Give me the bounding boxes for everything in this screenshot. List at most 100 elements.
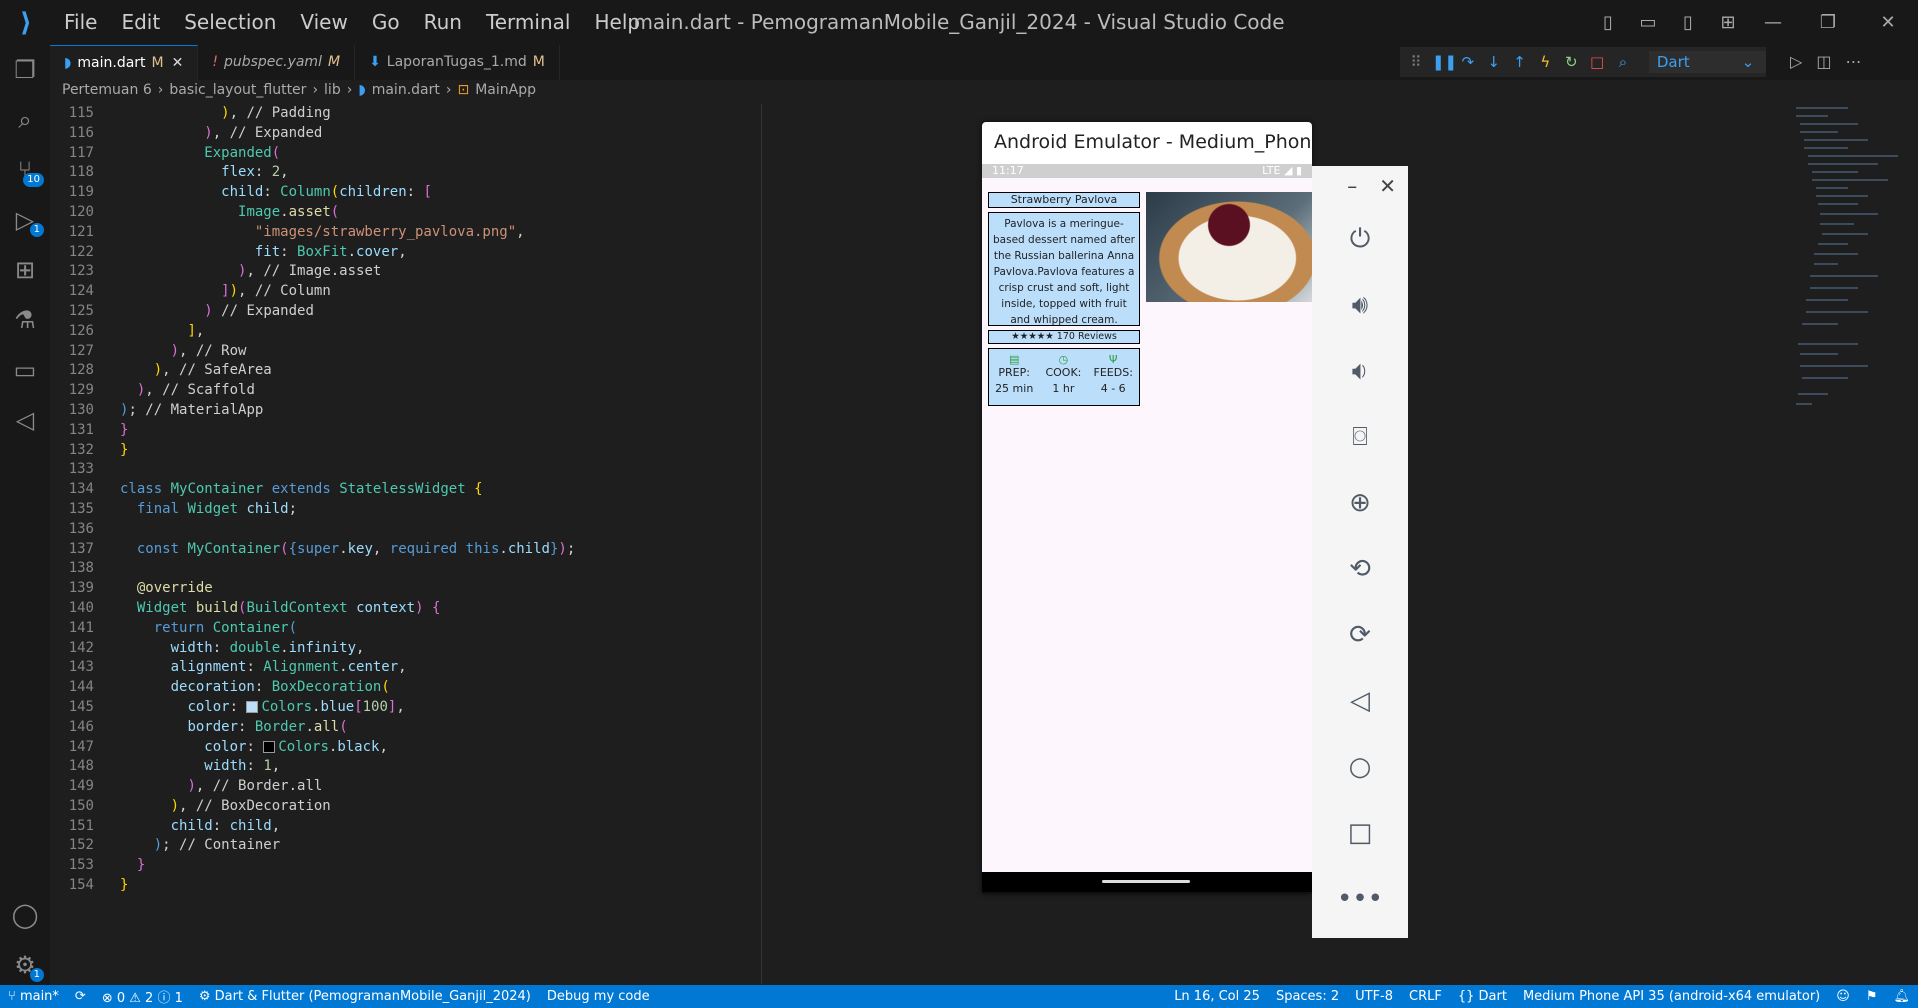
code-line[interactable]: 115 ), // Padding	[50, 104, 760, 124]
code-line[interactable]: 140 Widget build(BuildContext context) {	[50, 599, 760, 619]
breadcrumb-item[interactable]: basic_layout_flutter	[169, 82, 306, 104]
code-line[interactable]: 146 border: Border.all(	[50, 718, 760, 738]
menu-edit[interactable]: Edit	[109, 0, 172, 45]
sync-icon[interactable]: ⟳	[67, 989, 94, 1004]
menu-view[interactable]: View	[288, 0, 359, 45]
close-button[interactable]: ✕	[1858, 12, 1918, 33]
line-ending[interactable]: CRLF	[1401, 989, 1450, 1004]
rotate-right-icon[interactable]: ⟳	[1312, 602, 1408, 668]
code-line[interactable]: 123 ), // Image.asset	[50, 262, 760, 282]
back-icon[interactable]: ◁	[1312, 668, 1408, 734]
code-line[interactable]: 135 final Widget child;	[50, 500, 760, 520]
explorer-icon[interactable]: ❐	[0, 45, 50, 95]
search-icon[interactable]: ⌕	[0, 95, 50, 145]
code-line[interactable]: 147 color: Colors.black,	[50, 738, 760, 758]
code-line[interactable]: 119 child: Column(children: [	[50, 183, 760, 203]
encoding[interactable]: UTF-8	[1347, 989, 1401, 1004]
tab-main-dart[interactable]: ◗ main.dart M ✕	[50, 45, 199, 81]
settings-gear-icon[interactable]: ⚙ 1	[0, 940, 50, 990]
code-line[interactable]: 141 return Container(	[50, 619, 760, 639]
flutter-icon[interactable]: ◁	[0, 395, 50, 445]
code-line[interactable]: 150 ), // BoxDecoration	[50, 797, 760, 817]
code-line[interactable]: 149 ), // Border.all	[50, 777, 760, 797]
code-line[interactable]: 124 ]), // Column	[50, 282, 760, 302]
restart-icon[interactable]: ↻	[1561, 53, 1581, 71]
branch-indicator[interactable]: ⑂ main*	[0, 989, 67, 1004]
code-line[interactable]: 131}	[50, 421, 760, 441]
code-line[interactable]: 122 fit: BoxFit.cover,	[50, 243, 760, 263]
code-line[interactable]: 145 color: Colors.blue[100],	[50, 698, 760, 718]
tab-laporan-md[interactable]: ⬇ LaporanTugas_1.md M	[355, 45, 560, 80]
code-line[interactable]: 142 width: double.infinity,	[50, 639, 760, 659]
close-tab-icon[interactable]: ✕	[172, 55, 184, 71]
close-icon[interactable]: ✕	[1379, 174, 1396, 198]
minimap[interactable]	[1788, 104, 1908, 424]
breadcrumb-item[interactable]: Pertemuan 6	[62, 82, 152, 104]
device-selector[interactable]: Medium Phone API 35 (android-x64 emulato…	[1515, 989, 1828, 1004]
menu-run[interactable]: Run	[412, 0, 474, 45]
breadcrumb-item[interactable]: main.dart	[372, 82, 440, 104]
volume-down-icon[interactable]: 🔉︎	[1312, 338, 1408, 404]
code-line[interactable]: 130); // MaterialApp	[50, 401, 760, 421]
code-line[interactable]: 121 "images/strawberry_pavlova.png",	[50, 223, 760, 243]
code-line[interactable]: 116 ), // Expanded	[50, 124, 760, 144]
code-line[interactable]: 129 ), // Scaffold	[50, 381, 760, 401]
code-line[interactable]: 118 flex: 2,	[50, 163, 760, 183]
code-line[interactable]: 138	[50, 559, 760, 579]
more-icon[interactable]: •••	[1312, 866, 1408, 932]
code-line[interactable]: 128 ), // SafeArea	[50, 361, 760, 381]
code-line[interactable]: 136	[50, 520, 760, 540]
restore-button[interactable]: ❐	[1798, 12, 1858, 33]
camera-icon[interactable]: ⌼	[1312, 404, 1408, 470]
power-icon[interactable]: ⏻	[1312, 206, 1408, 272]
editor-split-divider[interactable]	[761, 104, 762, 984]
breadcrumb-item[interactable]: lib	[324, 82, 341, 104]
run-icon[interactable]: ▷	[1790, 52, 1802, 71]
volume-up-icon[interactable]: 🔊︎	[1312, 272, 1408, 338]
testing-icon[interactable]: ⚗	[0, 295, 50, 345]
menu-go[interactable]: Go	[360, 0, 412, 45]
gesture-nav-bar[interactable]	[982, 872, 1312, 892]
debug-target-select[interactable]: Dart ⌄	[1648, 51, 1767, 73]
code-line[interactable]: 127 ), // Row	[50, 342, 760, 362]
code-line[interactable]: 137 const MyContainer({super.key, requir…	[50, 540, 760, 560]
code-line[interactable]: 125 ) // Expanded	[50, 302, 760, 322]
drag-handle-icon[interactable]: ⠿	[1406, 53, 1426, 71]
hot-reload-icon[interactable]: ϟ	[1535, 53, 1555, 71]
code-line[interactable]: 144 decoration: BoxDecoration(	[50, 678, 760, 698]
code-line[interactable]: 153 }	[50, 856, 760, 876]
code-line[interactable]: 120 Image.asset(	[50, 203, 760, 223]
problems-indicator[interactable]: ⊗ 0 ⚠ 2 ⓘ 1	[94, 987, 191, 1006]
remote-explorer-icon[interactable]: ▭	[0, 345, 50, 395]
phone-screen[interactable]: Strawberry Pavlova Pavlova is a meringue…	[982, 178, 1312, 872]
minimize-button[interactable]: —	[1748, 12, 1798, 33]
language-mode[interactable]: {} Dart	[1450, 989, 1515, 1004]
layout-panel-icon[interactable]: ▭	[1628, 12, 1668, 33]
stop-icon[interactable]: □	[1587, 53, 1607, 71]
notifications-bell-icon[interactable]: 🔔︎	[1885, 989, 1918, 1004]
code-line[interactable]: 154}	[50, 876, 760, 896]
code-line[interactable]: 152 ); // Container	[50, 836, 760, 856]
tab-pubspec-yaml[interactable]: ! pubspec.yaml M	[198, 45, 356, 80]
code-line[interactable]: 132}	[50, 441, 760, 461]
account-icon[interactable]: ◯	[0, 890, 50, 940]
menu-terminal[interactable]: Terminal	[474, 0, 583, 45]
zoom-icon[interactable]: ⊕	[1312, 470, 1408, 536]
code-line[interactable]: 139 @override	[50, 579, 760, 599]
layout-secondary-icon[interactable]: ▯	[1668, 12, 1708, 33]
devtools-icon[interactable]: ⌕	[1613, 53, 1633, 71]
debug-mode[interactable]: Debug my code	[539, 989, 658, 1004]
code-line[interactable]: 133	[50, 460, 760, 480]
step-out-icon[interactable]: ↑	[1510, 53, 1530, 71]
menu-file[interactable]: File	[52, 0, 109, 45]
more-actions-icon[interactable]: ⋯	[1845, 52, 1861, 71]
step-over-icon[interactable]: ↷	[1458, 53, 1478, 71]
step-into-icon[interactable]: ↓	[1484, 53, 1504, 71]
feedback-icon[interactable]: ⚑	[1858, 989, 1886, 1004]
rotate-left-icon[interactable]: ⟲	[1312, 536, 1408, 602]
code-editor[interactable]: 115 ), // Padding 116 ), // Expanded 117 E…	[50, 104, 760, 984]
source-control-icon[interactable]: ⑂ 10	[0, 145, 50, 195]
run-debug-icon[interactable]: ▷ 1	[0, 195, 50, 245]
code-line[interactable]: 134 class MyContainer extends StatelessWi…	[50, 480, 760, 500]
layout-sidebar-icon[interactable]: ▯	[1588, 12, 1628, 33]
